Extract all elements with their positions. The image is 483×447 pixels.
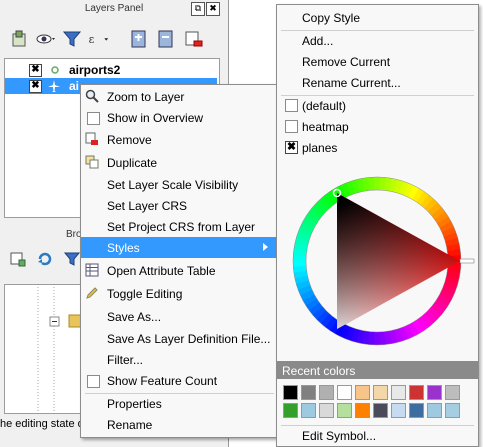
submenu-arrow-icon xyxy=(263,243,268,251)
status-text: he editing state of xyxy=(0,418,87,430)
color-swatch[interactable] xyxy=(337,403,352,418)
expand-all-icon[interactable] xyxy=(128,28,150,50)
color-swatch[interactable] xyxy=(427,385,442,400)
style-option-default[interactable]: (default) xyxy=(277,95,478,116)
menu-item-properties[interactable]: Properties xyxy=(81,393,278,414)
color-swatch[interactable] xyxy=(391,403,406,418)
color-swatch[interactable] xyxy=(427,403,442,418)
menu-item-toggle-editing[interactable]: Toggle Editing xyxy=(81,283,278,304)
remove-icon xyxy=(85,132,98,145)
add-selected-layers-icon[interactable] xyxy=(9,250,27,268)
layer-label: ai xyxy=(69,79,80,93)
refresh-icon[interactable] xyxy=(36,250,54,268)
svg-text:ε: ε xyxy=(89,33,95,46)
color-swatch[interactable] xyxy=(355,403,370,418)
tree-guide-lines xyxy=(37,287,84,411)
collapse-all-icon[interactable] xyxy=(155,28,177,50)
styles-submenu: Copy Style Add... Remove Current Rename … xyxy=(276,4,479,447)
color-swatch[interactable] xyxy=(355,385,370,400)
point-layer-icon xyxy=(51,66,59,74)
style-option-planes[interactable]: ✖ planes xyxy=(277,137,478,158)
color-swatch[interactable] xyxy=(301,403,316,418)
recent-colors-label: Recent colors xyxy=(282,364,356,378)
color-swatch[interactable] xyxy=(283,403,298,418)
overview-checkbox[interactable] xyxy=(87,112,100,125)
color-swatch[interactable] xyxy=(391,385,406,400)
add-group-icon[interactable] xyxy=(9,28,31,50)
color-wheel[interactable] xyxy=(277,163,478,361)
style-checkbox[interactable]: ✖ xyxy=(285,141,298,154)
menu-item-add-style[interactable]: Add... xyxy=(277,30,478,51)
color-swatch[interactable] xyxy=(319,403,334,418)
menu-item-styles[interactable]: Styles xyxy=(81,237,278,258)
menu-item-remove-current-style[interactable]: Remove Current xyxy=(277,51,478,72)
recent-colors-header: Recent colors xyxy=(277,361,478,379)
layer-visibility-checkbox[interactable]: ✖ xyxy=(29,64,42,77)
menu-item-remove[interactable]: Remove xyxy=(81,129,278,150)
menu-item-copy-style[interactable]: Copy Style xyxy=(277,7,478,28)
layer-label: airports2 xyxy=(69,63,121,77)
close-panel-button[interactable]: ✖ xyxy=(206,2,220,16)
menu-item-show-feature-count[interactable]: Show Feature Count xyxy=(81,370,278,391)
color-swatch[interactable] xyxy=(373,403,388,418)
color-swatch[interactable] xyxy=(283,385,298,400)
filter-icon[interactable] xyxy=(61,28,83,50)
menu-item-rename-current-style[interactable]: Rename Current... xyxy=(277,72,478,93)
menu-item-duplicate[interactable]: Duplicate xyxy=(81,152,278,173)
style-checkbox[interactable] xyxy=(285,120,298,133)
layer-row-airports2[interactable]: ✖ airports2 xyxy=(5,62,217,78)
float-panel-button[interactable]: ⧉ xyxy=(191,2,205,16)
menu-item-set-layer-scale-visibility[interactable]: Set Layer Scale Visibility xyxy=(81,174,278,195)
menu-item-show-in-overview[interactable]: Show in Overview xyxy=(81,107,278,128)
pencil-icon xyxy=(86,287,98,299)
menu-item-save-as-layer-definition[interactable]: Save As Layer Definition File... xyxy=(81,328,278,349)
color-swatch[interactable] xyxy=(319,385,334,400)
color-wheel-widget[interactable] xyxy=(277,163,478,361)
menu-item-rename[interactable]: Rename xyxy=(81,414,278,435)
remove-layer-icon[interactable] xyxy=(182,28,204,50)
layer-context-menu: Zoom to Layer Show in Overview Remove Du… xyxy=(80,84,279,438)
expression-filter-icon[interactable]: ε xyxy=(87,28,109,50)
browser-filter-icon[interactable] xyxy=(63,250,81,268)
color-swatch[interactable] xyxy=(337,385,352,400)
color-swatch[interactable] xyxy=(409,385,424,400)
color-swatch[interactable] xyxy=(445,403,460,418)
menu-item-edit-symbol[interactable]: Edit Symbol... xyxy=(277,425,478,446)
table-icon xyxy=(85,263,99,277)
style-option-heatmap[interactable]: heatmap xyxy=(277,116,478,137)
style-checkbox[interactable] xyxy=(285,99,298,112)
hue-marker[interactable] xyxy=(459,258,475,264)
plane-icon xyxy=(48,80,60,92)
color-swatch[interactable] xyxy=(301,385,316,400)
color-swatch[interactable] xyxy=(409,403,424,418)
layer-visibility-checkbox[interactable]: ✖ xyxy=(29,80,42,93)
feature-count-checkbox[interactable] xyxy=(87,375,100,388)
menu-item-zoom-to-layer[interactable]: Zoom to Layer xyxy=(81,86,278,107)
menu-item-set-project-crs[interactable]: Set Project CRS from Layer xyxy=(81,216,278,237)
color-swatch[interactable] xyxy=(445,385,460,400)
visibility-eye-icon[interactable] xyxy=(35,28,57,50)
color-swatch[interactable] xyxy=(373,385,388,400)
recent-colors-swatches xyxy=(277,381,478,421)
menu-item-save-as[interactable]: Save As... xyxy=(81,306,278,327)
menu-item-set-layer-crs[interactable]: Set Layer CRS xyxy=(81,195,278,216)
menu-item-filter[interactable]: Filter... xyxy=(81,349,278,370)
zoom-icon xyxy=(85,89,99,103)
menu-item-open-attribute-table[interactable]: Open Attribute Table xyxy=(81,260,278,281)
duplicate-icon xyxy=(85,155,99,169)
